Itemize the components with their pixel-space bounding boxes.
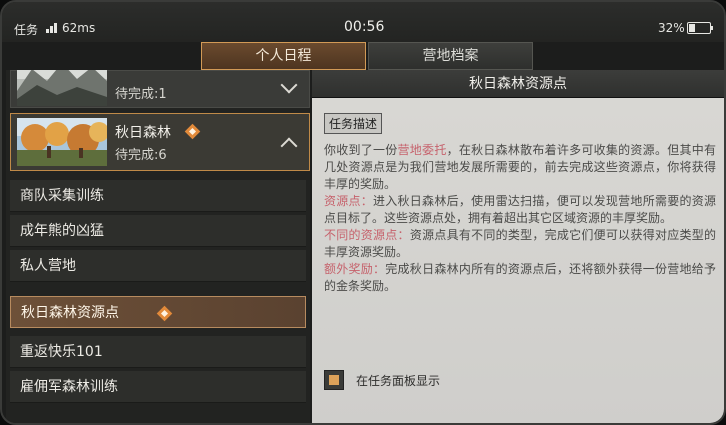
chevron-up-icon[interactable] [280,137,298,155]
game-screen: 任务 62ms 00:56 32% 个人日程 营地档案 待完成:1 秋日森林 待… [0,0,726,425]
task-row[interactable]: 重返快乐101 [10,336,306,368]
task-row[interactable]: 成年熊的凶猛 [10,215,306,247]
description-intro: 你收到了一份营地委托，在秋日森林散布着许多可收集的资源。但其中有几处资源点是为我… [324,143,716,191]
description-resource-points: 资源点：进入秋日森林后，使用雷达扫描，便可以发现营地所需要的资源点目标了。这些资… [324,194,716,225]
task-label: 私人营地 [20,258,76,274]
signal-icon [46,21,60,33]
task-detail-panel: 秋日森林资源点 任务描述 你收到了一份营地委托，在秋日森林散布着许多可收集的资源… [312,70,724,423]
chevron-down-icon[interactable] [280,76,298,94]
battery-icon [687,22,713,34]
task-row[interactable]: 商队采集训练 [10,180,306,212]
area-thumbnail [17,70,107,106]
task-row-selected[interactable]: 秋日森林资源点 [10,296,306,328]
clock: 00:56 [344,19,385,35]
diamond-icon [184,123,201,140]
battery-percent: 32% [658,21,685,35]
show-in-panel-checkbox[interactable] [324,370,344,390]
autumn-forest-thumbnail [17,118,107,166]
task-description: 你收到了一份营地委托，在秋日森林散布着许多可收集的资源。但其中有几处资源点是为我… [324,142,716,295]
description-extra-reward: 额外奖励：完成秋日森林内所有的资源点后，还将额外获得一份营地给予的金条奖励。 [324,262,716,293]
ping-label: 62ms [62,21,96,35]
status-bar: 任务 62ms 00:56 32% [2,2,724,42]
area-pending-count: 待完成:6 [115,148,167,163]
area-name: 秋日森林 [115,125,171,141]
tab-personal-schedule[interactable]: 个人日程 [201,42,366,70]
show-in-panel-label: 在任务面板显示 [356,374,441,388]
section-label: 任务描述 [324,113,383,134]
task-detail-title: 秋日森林资源点 [312,70,724,98]
task-label: 重返快乐101 [20,344,103,360]
diamond-icon [156,305,173,322]
area-card[interactable]: 待完成:1 [10,70,310,108]
app-name: 任务 [14,23,39,37]
tab-camp-archive[interactable]: 营地档案 [368,42,533,70]
area-card-selected[interactable]: 秋日森林 待完成:6 [10,113,310,171]
area-pending-count: 待完成:1 [115,87,167,102]
task-row[interactable]: 私人营地 [10,250,306,282]
task-row[interactable]: 雇佣军森林训练 [10,371,306,403]
task-list-panel: 待完成:1 秋日森林 待完成:6 商队采集训练 成年熊的凶猛 私人营地 秋日森林… [6,70,310,423]
description-resource-types: 不同的资源点：资源点具有不同的类型，完成它们便可以获得对应类型的丰厚资源奖励。 [324,228,716,259]
task-label: 成年熊的凶猛 [20,223,104,239]
task-label: 秋日森林资源点 [21,305,119,321]
task-label: 雇佣军森林训练 [20,379,118,395]
task-label: 商队采集训练 [20,188,104,204]
